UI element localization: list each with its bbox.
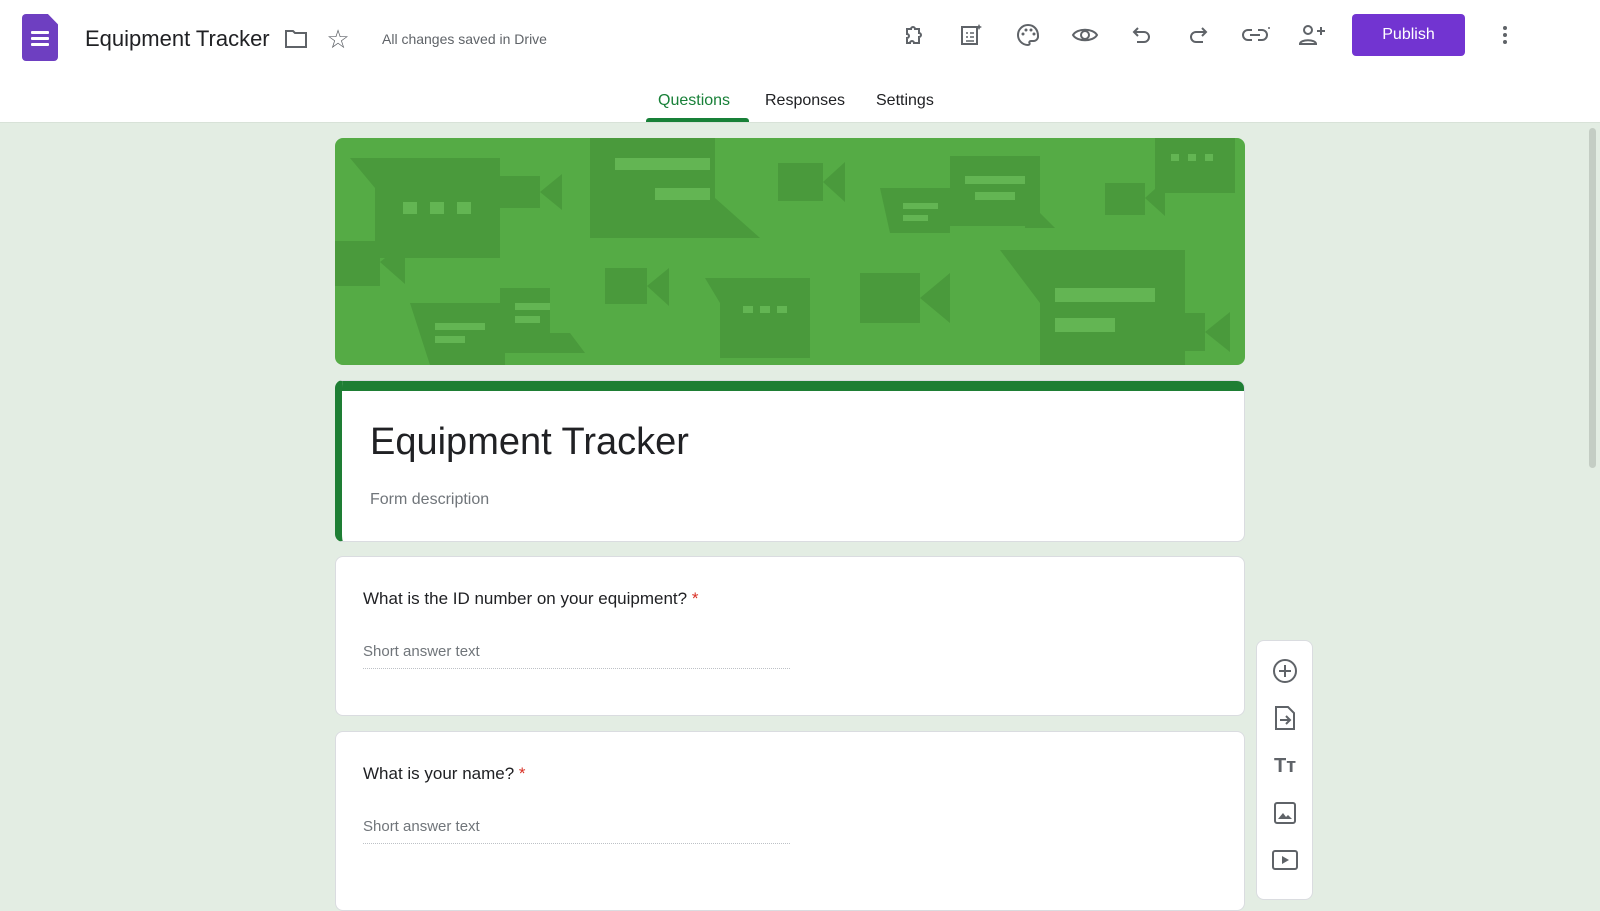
scrollbar[interactable] [1589,128,1596,468]
save-status: All changes saved in Drive [382,31,547,47]
header-banner-image [335,138,1245,365]
required-asterisk: * [691,589,699,608]
question-card[interactable]: What is your name? * Short answer text [335,731,1245,911]
link-icon[interactable] [1240,20,1272,50]
ai-form-icon[interactable] [956,20,986,50]
doc-title[interactable]: Equipment Tracker [85,26,270,52]
tab-bar: Questions Responses Settings [0,88,1600,123]
form-description-input[interactable]: Form description [370,491,489,509]
required-asterisk: * [518,764,526,783]
add-ons-puzzle-icon[interactable] [900,20,930,50]
tab-settings[interactable]: Settings [876,92,934,110]
more-options-icon[interactable] [1495,20,1515,50]
question-title: What is the ID number on your equipment?… [363,589,699,608]
folder-icon[interactable] [283,27,309,51]
add-question-icon[interactable] [1270,656,1300,686]
question-title: What is your name? * [363,764,526,783]
top-bar: Equipment Tracker ☆ All changes saved in… [0,0,1600,123]
undo-icon[interactable] [1127,20,1157,50]
form-title[interactable]: Equipment Tracker [370,421,689,464]
import-questions-icon[interactable] [1270,703,1300,733]
palette-icon[interactable] [1013,20,1043,50]
theme-color-bar [342,381,1244,391]
add-image-icon[interactable] [1270,798,1300,828]
add-collaborator-icon[interactable] [1297,20,1327,50]
tab-questions[interactable]: Questions [658,92,730,110]
add-video-icon[interactable] [1270,845,1300,875]
short-answer-field: Short answer text [363,818,790,844]
add-title-text-icon[interactable]: Tт [1270,751,1300,781]
preview-eye-icon[interactable] [1070,20,1100,50]
forms-logo-icon[interactable] [22,14,58,61]
redo-icon[interactable] [1183,20,1213,50]
star-icon[interactable]: ☆ [324,24,352,54]
question-card[interactable]: What is the ID number on your equipment?… [335,556,1245,716]
form-title-card[interactable]: Equipment Tracker Form description [335,380,1245,542]
floating-toolbar: Tт [1256,640,1313,900]
active-tab-indicator [646,118,749,122]
tab-responses[interactable]: Responses [765,92,845,110]
publish-button[interactable]: Publish [1352,14,1465,56]
short-answer-field: Short answer text [363,643,790,669]
